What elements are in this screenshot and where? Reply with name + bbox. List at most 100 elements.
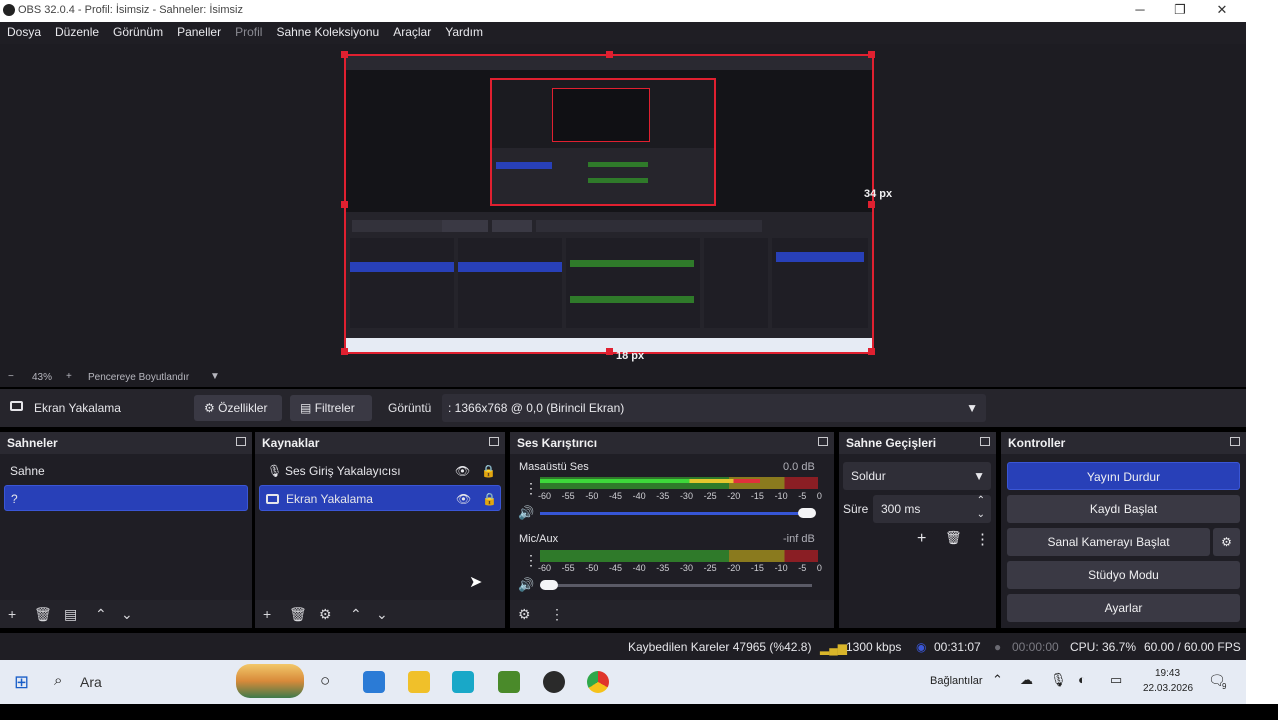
file-explorer-icon[interactable] [408,671,430,693]
zoom-out-button[interactable]: − [8,371,14,382]
search-icon[interactable]: ⌕ [54,672,62,689]
gear-icon[interactable]: ⚙ [319,606,332,623]
virtual-camera-button[interactable]: Sanal Kamerayı Başlat [1007,528,1210,556]
undock-icon[interactable] [980,437,990,446]
chevron-up-icon[interactable]: ⌃ [992,672,1003,688]
fit-window-button[interactable]: Pencereye Boyutlandır [88,372,189,383]
menu-file[interactable]: Dosya [0,22,48,39]
properties-button[interactable]: ⚙ Özellikler [194,395,282,421]
obs-taskbar-icon[interactable] [543,671,565,693]
fps: 60.00 / 60.00 FPS [1144,640,1241,654]
add-icon[interactable]: + [917,530,926,548]
sources-toolbar: + 🗑 ⚙ ⌃ ⌄ [255,600,505,628]
menu-profile[interactable]: Profil [228,22,269,39]
volume-slider-knob[interactable] [798,508,816,518]
more-options-icon[interactable]: ⋮ [524,480,538,497]
windows-start-icon[interactable]: ⊞ [14,672,29,693]
undock-icon[interactable] [1230,437,1240,446]
duration-label: Süre [843,502,869,516]
zoom-in-button[interactable]: + [66,371,72,382]
settings-button[interactable]: Ayarlar [1007,594,1240,622]
controls-title: Kontroller [1008,436,1066,450]
menu-tools[interactable]: Araçlar [386,22,438,39]
menu-docks[interactable]: Paneller [170,22,228,39]
controls-dock: Kontroller Yayını Durdur Kaydı Başlat Sa… [1001,432,1246,628]
move-down-icon[interactable]: ⌄ [376,606,388,623]
lock-icon[interactable]: 🔒 [482,486,497,512]
virtual-camera-settings-button[interactable]: ⚙ [1213,528,1240,556]
trash-icon[interactable]: 🗑 [34,606,52,623]
mixer-title: Ses Karıştırıcı [517,436,598,450]
trash-icon[interactable]: 🗑 [945,530,962,546]
network-label[interactable]: Bağlantılar [930,675,983,687]
signal-bars-icon: ▂▄▆ [820,641,847,655]
outlook-icon[interactable] [363,671,385,693]
scene-item[interactable]: Sahne [4,458,248,484]
scene-item-selected[interactable]: ? [4,485,248,511]
menu-help[interactable]: Yardım [438,22,490,39]
advanced-audio-icon[interactable]: ⚙ [518,606,531,623]
undock-icon[interactable] [818,437,828,446]
volume-slider[interactable] [540,512,812,515]
move-up-icon[interactable]: ⌃ [350,606,362,623]
speaker-icon[interactable]: 🔊 [518,505,534,521]
minimize-button[interactable]: ─ [1120,0,1160,22]
window-title: OBS 32.0.4 - Profil: İsimsiz - Sahneler:… [18,4,243,16]
close-button[interactable]: ✕ [1202,0,1242,22]
volume-slider-knob[interactable] [540,580,558,590]
stop-stream-button[interactable]: Yayını Durdur [1007,462,1240,490]
chrome-icon[interactable] [587,671,609,693]
studio-mode-button[interactable]: Stüdyo Modu [1007,561,1240,589]
zoom-dropdown-icon[interactable]: ▼ [210,371,220,382]
app-tray-icon[interactable]: ◐ [1078,672,1086,687]
undock-icon[interactable] [489,437,499,446]
menu-scene-collection[interactable]: Sahne Koleksiyonu [269,22,386,39]
restore-button[interactable]: ❐ [1160,0,1200,22]
duration-input[interactable]: 300 ms ⌃ ⌄ [873,495,991,523]
menu-view[interactable]: Görünüm [106,22,170,39]
menu-bar: Dosya Düzenle Görünüm Paneller Profil Sahne K… [0,22,1246,44]
menu-edit[interactable]: Düzenle [48,22,106,39]
eye-icon[interactable]: 👁 [456,486,471,512]
taskbar-search[interactable]: Ara [80,674,102,690]
search-highlight-image[interactable] [236,664,304,698]
filters-button[interactable]: ▤ Filtreler [290,395,372,421]
stream-icon: ◉ [916,640,927,654]
trash-icon[interactable]: 🗑 [289,606,307,623]
source-item-selected[interactable]: Ekran Yakalama 👁 🔒 [259,485,501,511]
more-options-icon[interactable]: ⋮ [975,530,990,548]
undock-icon[interactable] [236,437,246,446]
clock-time[interactable]: 19:43 [1155,668,1180,679]
add-icon[interactable]: + [8,606,16,622]
more-options-icon[interactable]: ⋮ [524,552,538,569]
chevron-down-icon[interactable]: ⌄ [977,501,985,529]
source-label: Ekran Yakalama [286,492,373,506]
preview-canvas[interactable] [341,51,875,355]
desktop-edge [1246,0,1278,720]
task-view-icon[interactable]: ○ [320,671,330,691]
clock-date[interactable]: 22.03.2026 [1143,683,1193,694]
minecraft-icon[interactable] [498,671,520,693]
display-select[interactable]: : 1366x768 @ 0,0 (Birincil Ekran) ▼ [442,394,986,422]
speaker-icon[interactable]: 🔊 [518,577,534,593]
move-down-icon[interactable]: ⌄ [121,606,133,623]
start-record-button[interactable]: Kaydı Başlat [1007,495,1240,523]
microphone-icon[interactable]: 🎙 [1050,672,1067,688]
filter-icon: ▤ [300,401,312,415]
more-options-icon[interactable]: ⋮ [550,606,564,623]
lock-icon[interactable]: 🔒 [481,458,496,484]
filters-label: Filtreler [314,401,355,415]
filter-icon[interactable]: ▤ [64,606,77,623]
source-context-bar: Ekran Yakalama ⚙ Özellikler ▤ Filtreler … [0,389,1246,427]
cloud-icon[interactable]: ☁ [1020,672,1033,688]
source-item[interactable]: 🎙 Ses Giriş Yakalayıcısı 👁 🔒 [259,458,501,484]
meter-ticks: -60 -55 -50 -45 -40 -35 -30 -25 -20 -15 -10 -5 0 [538,563,822,573]
transition-select[interactable]: Soldur ▼ [843,462,991,490]
transitions-header: Sahne Geçişleri [839,432,996,454]
display-icon[interactable]: ▭ [1110,672,1122,688]
volume-slider[interactable] [540,584,812,587]
eye-icon[interactable]: 👁 [455,458,470,484]
move-up-icon[interactable]: ⌃ [95,606,107,623]
edge-icon[interactable] [452,671,474,693]
add-icon[interactable]: + [263,606,271,622]
